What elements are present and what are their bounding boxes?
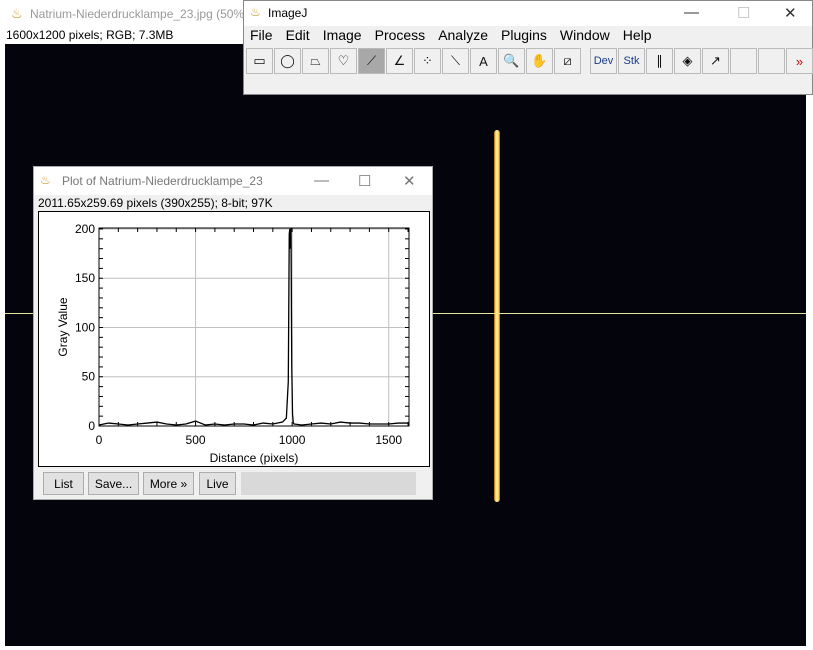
imagej-microscope-icon: ♨ [250, 5, 261, 19]
image-window-title: Natrium-Niederdrucklampe_23.jpg (50%) [30, 7, 249, 21]
x-axis-label: Distance (pixels) [210, 451, 299, 465]
arrow-tool-button[interactable]: ↗ [702, 48, 729, 74]
toolbar: ▭ ◯ ⏢ ♡ ⟋ ∠ ⁘ ⟍ A 🔍 ✋ ⧄ Dev Stk ∥ ◈ ↗ » [246, 48, 813, 74]
line-tool-icon: ⟋ [366, 53, 377, 68]
maximize-button[interactable]: ☐ [737, 4, 750, 22]
menu-help[interactable]: Help [623, 27, 652, 43]
x-tick-label: 500 [186, 433, 206, 447]
freehand-tool-button[interactable]: ♡ [330, 48, 357, 74]
plot-window-title: Plot of Natrium-Niederdrucklampe_23 [62, 174, 263, 188]
flood-fill-tool-button[interactable]: ◈ [674, 48, 701, 74]
angle-tool-icon: ∠ [393, 53, 406, 68]
text-tool-button[interactable]: A [470, 48, 497, 74]
list-button[interactable]: List [43, 472, 84, 495]
hand-tool-icon: ✋ [531, 53, 548, 68]
point-tool-button[interactable]: ⁘ [414, 48, 441, 74]
polygon-tool-icon: ⏢ [310, 53, 321, 68]
maximize-button[interactable]: ☐ [358, 172, 371, 190]
polygon-tool-button[interactable]: ⏢ [302, 48, 329, 74]
close-button[interactable]: ✕ [403, 172, 416, 190]
more-button[interactable]: More » [143, 472, 194, 495]
menu-edit[interactable]: Edit [286, 27, 310, 43]
y-tick-label: 150 [75, 271, 95, 285]
live-button[interactable]: Live [199, 472, 236, 495]
brush-tool-icon: ∥ [656, 53, 663, 68]
imagej-title-bar: ♨ ImageJ — ☐ ✕ [244, 1, 812, 26]
line-tool-button[interactable]: ⟋ [358, 48, 385, 74]
oval-tool-icon: ◯ [280, 53, 295, 68]
y-tick-label: 200 [75, 222, 95, 236]
minimize-button[interactable]: — [684, 4, 699, 21]
sodium-spectral-line [494, 130, 500, 502]
flood-fill-tool-icon: ◈ [682, 53, 693, 68]
imagej-title: ImageJ [268, 6, 308, 20]
x-tick-label: 1500 [375, 433, 402, 447]
imagej-microscope-icon: ♨ [11, 6, 23, 21]
arrow-tool-icon: ↗ [710, 53, 721, 68]
menu-image[interactable]: Image [323, 27, 362, 43]
plot-frame: 0 500 1000 1500 0 50 100 150 200 Distance (pixels… [38, 211, 430, 467]
rectangle-tool-icon: ▭ [253, 53, 266, 68]
more-tools-button[interactable]: » [786, 48, 813, 74]
text-tool-icon: A [479, 53, 488, 69]
empty-slot-button[interactable] [758, 48, 785, 74]
stk-tool-button[interactable]: Stk [618, 48, 645, 74]
wand-tool-icon: ⟍ [450, 53, 461, 68]
color-picker-tool-button[interactable]: ⧄ [554, 48, 581, 74]
brush-tool-button[interactable]: ∥ [646, 48, 673, 74]
plot-status-bar [241, 472, 416, 495]
imagej-main-window: ♨ ImageJ — ☐ ✕ File Edit Image Process Analy… [243, 0, 813, 95]
rectangle-tool-button[interactable]: ▭ [246, 48, 273, 74]
menu-plugins[interactable]: Plugins [501, 27, 547, 43]
menu-window[interactable]: Window [560, 27, 610, 43]
more-tools-icon: » [795, 53, 804, 69]
hand-tool-button[interactable]: ✋ [526, 48, 553, 74]
menu-process[interactable]: Process [375, 27, 426, 43]
magnifier-tool-icon: 🔍 [503, 53, 520, 68]
plot-info: 2011.65x259.69 pixels (390x255); 8-bit; … [38, 196, 273, 210]
menu-analyze[interactable]: Analyze [438, 27, 488, 43]
y-tick-label: 50 [82, 370, 96, 384]
x-tick-label: 0 [96, 433, 103, 447]
oval-tool-button[interactable]: ◯ [274, 48, 301, 74]
save-button[interactable]: Save... [88, 472, 139, 495]
x-tick-label: 1000 [279, 433, 306, 447]
imagej-microscope-icon: ♨ [40, 173, 51, 187]
plot-title-bar: ♨ Plot of Natrium-Niederdrucklampe_23 — … [34, 167, 432, 195]
color-picker-tool-icon: ⧄ [563, 53, 572, 68]
angle-tool-button[interactable]: ∠ [386, 48, 413, 74]
dev-tool-icon: Dev [593, 55, 614, 67]
point-tool-icon: ⁘ [422, 53, 433, 68]
stk-tool-icon: Stk [623, 55, 640, 67]
profile-plot: 0 500 1000 1500 0 50 100 150 200 Distance (pixels… [56, 222, 410, 465]
empty-slot-button[interactable] [730, 48, 757, 74]
close-button[interactable]: ✕ [784, 4, 797, 22]
wand-tool-button[interactable]: ⟍ [442, 48, 469, 74]
freehand-tool-icon: ♡ [337, 53, 350, 68]
dev-tool-button[interactable]: Dev [590, 48, 617, 74]
magnifier-tool-button[interactable]: 🔍 [498, 48, 525, 74]
image-info: 1600x1200 pixels; RGB; 7.3MB [6, 28, 174, 42]
menu-bar: File Edit Image Process Analyze Plugins Window… [250, 27, 652, 43]
plot-window: ♨ Plot of Natrium-Niederdrucklampe_23 — … [33, 166, 433, 500]
menu-file[interactable]: File [250, 27, 273, 43]
profile-line [98, 227, 409, 426]
y-tick-label: 100 [75, 320, 95, 334]
y-tick-label: 0 [88, 419, 95, 433]
minimize-button[interactable]: — [314, 172, 329, 189]
y-axis-label: Gray Value [56, 297, 70, 356]
